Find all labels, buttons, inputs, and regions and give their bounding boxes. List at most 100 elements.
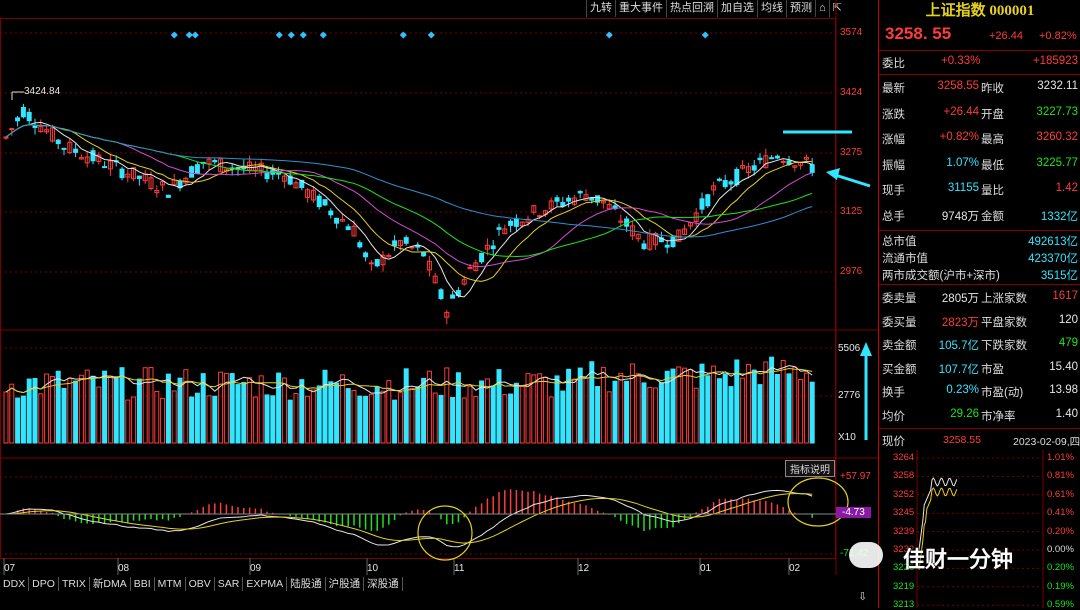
volume-bar [177,377,183,444]
volume-bar [165,373,171,444]
volume-bar [600,367,606,444]
wechat-icon [849,542,883,568]
volume-bar [803,372,809,444]
indicator-help-button[interactable]: 指标说明 [785,460,835,477]
month-label: 07 [4,563,16,574]
turnover-row: 两市成交额(沪市+深市) 3515亿 [882,270,1078,282]
arrow-head-icon [826,168,840,180]
candle-body [641,243,647,250]
volume-bar [15,397,21,444]
volume-bar [508,393,514,444]
tab-lugutong[interactable]: 陆股通 [287,577,326,591]
tab-sar[interactable]: SAR [215,577,244,591]
candle-body [479,252,485,263]
tab-dpo[interactable]: DPO [29,577,59,591]
volume-bar [467,385,473,444]
candle-body [566,197,572,202]
candle-body [670,235,676,248]
candle-body [450,294,456,299]
candle-body [513,218,519,227]
volume-bar [403,368,409,444]
quote-row: 总手 9748万 金额 1332亿 [882,210,1078,223]
quote-row: 振幅 1.07% 最低 3225.77 [882,156,1078,172]
price-axis-tick: 3424 [840,87,863,98]
volume-bar [479,380,485,444]
volume-bar [438,394,444,444]
scroll-down-icon[interactable]: ⇩ [858,590,867,603]
tab-obv[interactable]: OBV [186,577,215,591]
volume-bar [206,395,212,444]
volume-axis-tick: 5506 [838,343,861,354]
high-price-label: 3424.84 [24,86,61,97]
volume-bar [397,392,403,444]
volume-bar [322,369,328,444]
volume-bar [270,395,276,444]
tab-expma[interactable]: EXPMA [243,577,288,591]
volume-bar [328,381,334,444]
volume-bar [316,385,322,444]
candle-body [554,197,560,202]
candle-body [328,210,334,216]
candle-body [363,252,369,258]
volume-bar [380,390,386,444]
kline-chart[interactable] [0,0,878,608]
volume-bar [421,377,427,444]
tab-hugutong[interactable]: 沪股通 [326,577,365,591]
mini-price-tick: 3239 [893,525,915,537]
price-axis-tick: 3125 [840,206,863,217]
candle-body [20,106,26,118]
macd-current-value: -4.73 [836,507,871,518]
volume-bar [363,395,369,444]
volume-bar [809,381,815,444]
macd-histogram [11,489,813,531]
tab-mtm[interactable]: MTM [155,577,186,591]
ma-lines [5,121,813,298]
volume-bar [687,369,693,444]
volume-bar [281,377,287,444]
volume-bar [769,356,775,444]
ma20-line [5,124,813,268]
volume-bar [548,396,554,444]
quote-row: 现手 31155 量比 1.42 [882,182,1078,197]
event-marker-icon [701,31,709,39]
mini-pct-tick: 1.01% [1047,452,1074,463]
tab-trix[interactable]: TRIX [59,577,90,591]
quote-row: 涨跌 +26.44 开盘 3227.73 [882,105,1078,121]
volume-bar [618,372,624,444]
volume-bar [334,382,340,444]
volume-bar [194,392,200,444]
volume-bar [305,395,311,444]
tab-bbi[interactable]: BBI [131,577,155,591]
tab-shengutong[interactable]: 深股通 [364,577,403,591]
index-title: 上证指数 000001 [925,3,1035,19]
tab-ddx[interactable]: DDX [0,577,30,591]
volume-bar [432,392,438,444]
volume-bar [502,394,508,444]
candle-body [589,197,595,201]
volume-bar [299,379,305,444]
volume-bar [798,378,804,444]
circle-annotation [787,477,849,527]
quote-panel: 上证指数 000001 3258. 55 +26.44 +0.82% 委比 +0… [849,0,1080,610]
volume-bar [107,375,113,444]
arrow-head-icon [860,342,872,356]
candle-body [194,164,200,174]
volume-bar [113,376,119,444]
volume-bar [293,392,299,444]
quote-row: 最新 3258.55 昨收 3232.11 [882,80,1078,95]
ma10-line [5,124,813,282]
month-label: 09 [250,563,262,574]
volume-bar [171,390,177,444]
candle-body [699,198,705,210]
dif-line [5,489,813,548]
tab-new-dma[interactable]: 新DMA [90,577,131,591]
volume-bar [571,378,577,444]
month-label: 11 [454,563,465,574]
candle-body [716,178,722,181]
candle-body [189,166,195,178]
volume-bar [722,373,728,444]
candle-body [55,139,61,145]
candle-body [73,148,79,153]
mini-pct-tick: 0.19% [1047,580,1074,592]
volume-bar [351,390,357,444]
